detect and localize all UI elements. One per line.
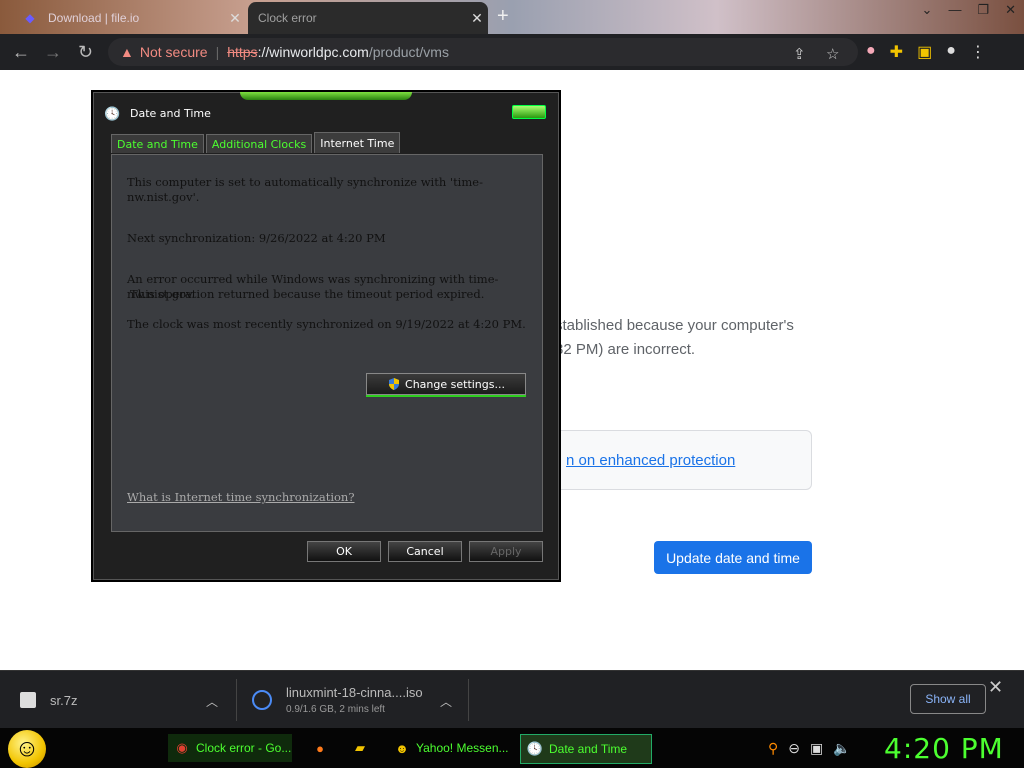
taskbar-label: Yahoo! Messen... xyxy=(416,741,509,755)
chrome-icon: ◉ xyxy=(176,740,188,755)
fileio-favicon-icon: ◆ xyxy=(25,11,35,25)
new-tab-icon[interactable]: + xyxy=(497,6,509,26)
start-button[interactable]: ☺ xyxy=(8,730,46,768)
divider xyxy=(468,679,469,721)
taskbar-item-chrome[interactable]: ◉ Clock error - Go... xyxy=(168,734,292,762)
divider: | xyxy=(215,44,220,60)
last-sync-text: The clock was most recently synchronized… xyxy=(127,317,526,331)
url-host: ://winworldpc.com xyxy=(257,44,369,60)
close-tab-icon[interactable]: ✕ xyxy=(466,10,488,27)
taskbar-item-explorer[interactable]: ▰ xyxy=(346,734,376,762)
share-icon[interactable]: ⇪ xyxy=(793,45,806,63)
taskbar-clock[interactable]: 4:20 PM xyxy=(884,732,1004,765)
error-text: This operation returned because the time… xyxy=(130,287,485,301)
close-tab-icon[interactable]: ✕ xyxy=(224,10,246,27)
search-icon[interactable]: ⚲ xyxy=(768,740,778,757)
tab-title: Download | file.io xyxy=(48,11,140,25)
flag-extension-icon[interactable]: ● xyxy=(866,42,876,62)
taskbar-label: Clock error - Go... xyxy=(196,741,292,755)
internet-time-help-link[interactable]: What is Internet time synchronization? xyxy=(127,490,355,504)
enhanced-protection-link[interactable]: n on enhanced protection xyxy=(566,452,735,469)
network-icon[interactable]: ▣ xyxy=(810,740,823,757)
extension-icons: ● ✚ ▣ ● ⋮ xyxy=(866,42,986,62)
update-date-time-button[interactable]: Update date and time xyxy=(654,541,812,574)
profile-avatar-icon[interactable]: ● xyxy=(946,42,956,62)
url-scheme: https xyxy=(227,44,258,60)
cancel-button[interactable]: Cancel xyxy=(388,541,462,562)
clock-icon: 🕓 xyxy=(104,106,121,121)
tab-download-fileio[interactable]: ◆ Download | file.io ✕ xyxy=(12,2,246,34)
sync-text: This computer is set to automatically sy… xyxy=(127,175,483,204)
next-sync-text: Next synchronization: 9/26/2022 at 4:20 … xyxy=(127,231,386,245)
ok-button[interactable]: OK xyxy=(307,541,381,562)
side-panel-icon[interactable]: ▣ xyxy=(917,42,932,62)
title-glow xyxy=(240,92,412,100)
download-filename: sr.7z xyxy=(50,692,78,708)
tray-app-icon[interactable]: ⊖ xyxy=(788,740,800,757)
volume-icon[interactable]: 🔈 xyxy=(833,740,850,757)
forward-icon[interactable]: → xyxy=(44,42,62,63)
restore-icon[interactable]: ❐ xyxy=(977,2,989,18)
taskbar-item-firefox[interactable]: ● xyxy=(306,734,336,762)
system-tray: ⚲ ⊖ ▣ 🔈 xyxy=(768,740,851,757)
dialog-title: Date and Time xyxy=(130,107,211,120)
url-path: /product/vms xyxy=(368,44,449,60)
window-controls: ⌄ — ❐ ✕ xyxy=(922,2,1016,18)
taskbar-item-date-time[interactable]: 🕓 Date and Time xyxy=(520,734,652,764)
error-line: 32 PM) are incorrect. xyxy=(555,341,696,358)
tab-title: Clock error xyxy=(258,11,317,25)
tab-clock-error[interactable]: Clock error ✕ xyxy=(248,2,488,34)
address-bar[interactable]: ▲ Not secure | https://winworldpc.com/pr… xyxy=(108,38,858,66)
change-settings-label: Change settings... xyxy=(405,377,505,391)
taskbar-label: Date and Time xyxy=(549,742,628,756)
iso-progress-icon xyxy=(252,690,272,710)
tab-search-icon[interactable]: ⌄ xyxy=(922,2,933,18)
downloads-bar: sr.7z ︿ linuxmint-18-cinna....iso 0.9/1.… xyxy=(0,670,1024,729)
change-settings-button[interactable]: Change settings... xyxy=(366,373,526,395)
security-label: Not secure xyxy=(139,44,208,60)
taskbar: ☺ ◉ Clock error - Go... ● ▰ ☻ Yahoo! Mes… xyxy=(0,728,1024,768)
back-icon[interactable]: ← xyxy=(12,42,30,63)
error-line: stablished because your computer's xyxy=(555,317,794,334)
close-downloads-icon[interactable]: ✕ xyxy=(988,677,1003,698)
clock-icon: 🕓 xyxy=(526,741,544,756)
puzzle-extensions-icon[interactable]: ✚ xyxy=(890,42,903,62)
error-message: stablished because your computer's 32 PM… xyxy=(555,314,794,362)
download-item[interactable]: linuxmint-18-cinna....iso 0.9/1.6 GB, 2 … xyxy=(252,671,452,729)
chevron-up-icon[interactable]: ︿ xyxy=(440,693,452,710)
yahoo-messenger-icon: ☻ xyxy=(395,740,409,756)
chevron-up-icon[interactable]: ︿ xyxy=(206,693,218,710)
minimize-icon[interactable]: — xyxy=(948,2,961,18)
divider xyxy=(236,679,237,721)
date-time-dialog: 🕓 Date and Time Date and Time Additional… xyxy=(93,92,559,580)
taskbar-item-yahoo-messenger[interactable]: ☻ Yahoo! Messen... xyxy=(388,734,514,762)
warning-icon: ▲ xyxy=(120,44,134,60)
tab-internet-time[interactable]: Internet Time xyxy=(314,132,401,153)
bookmark-star-icon[interactable]: ☆ xyxy=(826,45,839,63)
tab-date-and-time[interactable]: Date and Time xyxy=(111,134,204,153)
tab-additional-clocks[interactable]: Additional Clocks xyxy=(205,134,313,153)
show-all-button[interactable]: Show all xyxy=(910,684,986,714)
dialog-tabs: Date and Time Additional Clocks Internet… xyxy=(111,132,401,153)
folder-icon: ▰ xyxy=(355,740,365,755)
archive-file-icon xyxy=(20,692,36,708)
menu-kebab-icon[interactable]: ⋮ xyxy=(970,42,986,62)
uac-shield-icon xyxy=(389,378,400,390)
close-dialog-button[interactable] xyxy=(512,105,546,119)
reload-icon[interactable]: ↻ xyxy=(78,42,93,63)
close-window-icon[interactable]: ✕ xyxy=(1005,2,1016,18)
internet-time-panel: This computer is set to automatically sy… xyxy=(111,154,543,532)
download-item[interactable]: sr.7z xyxy=(20,671,230,729)
browser-tab-strip: ◆ Download | file.io ✕ Clock error ✕ + ⌄… xyxy=(0,0,1024,34)
download-filename: linuxmint-18-cinna....iso xyxy=(286,685,423,700)
firefox-icon: ● xyxy=(316,740,324,756)
download-status: 0.9/1.6 GB, 2 mins left xyxy=(286,704,385,715)
apply-button[interactable]: Apply xyxy=(469,541,543,562)
